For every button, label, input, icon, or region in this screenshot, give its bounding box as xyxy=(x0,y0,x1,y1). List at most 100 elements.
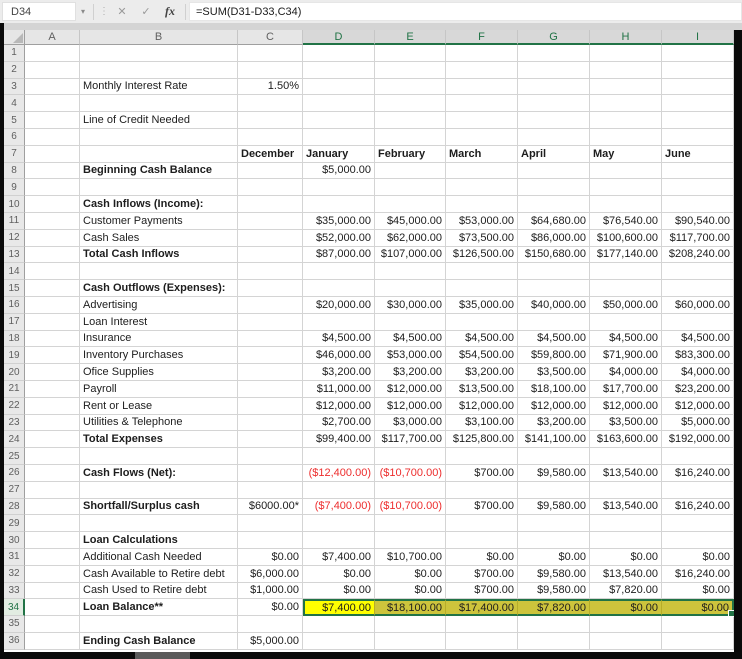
cell-D30[interactable] xyxy=(303,532,375,549)
cell-E32[interactable]: $0.00 xyxy=(375,566,446,583)
cell-D32[interactable]: $0.00 xyxy=(303,566,375,583)
cell-E2[interactable] xyxy=(375,62,446,79)
cell-B13[interactable]: Total Cash Inflows xyxy=(80,247,238,264)
cell-D1[interactable] xyxy=(303,45,375,62)
cell-I11[interactable]: $90,540.00 xyxy=(662,213,734,230)
row-header-20[interactable]: 20 xyxy=(4,364,25,381)
row-header-9[interactable]: 9 xyxy=(4,179,25,196)
cell-F24[interactable]: $125,800.00 xyxy=(446,431,518,448)
cell-D13[interactable]: $87,000.00 xyxy=(303,247,375,264)
cell-C26[interactable] xyxy=(238,465,303,482)
cell-B11[interactable]: Customer Payments xyxy=(80,213,238,230)
cell-I8[interactable] xyxy=(662,163,734,180)
cell-F20[interactable]: $3,200.00 xyxy=(446,364,518,381)
cell-F16[interactable]: $35,000.00 xyxy=(446,297,518,314)
cell-D10[interactable] xyxy=(303,196,375,213)
cell-F2[interactable] xyxy=(446,62,518,79)
cell-C25[interactable] xyxy=(238,448,303,465)
cell-F13[interactable]: $126,500.00 xyxy=(446,247,518,264)
cell-G4[interactable] xyxy=(518,95,590,112)
cell-E8[interactable] xyxy=(375,163,446,180)
cell-A18[interactable] xyxy=(25,331,80,348)
cell-F28[interactable]: $700.00 xyxy=(446,499,518,516)
select-all-corner[interactable] xyxy=(4,30,25,45)
cell-B25[interactable] xyxy=(80,448,238,465)
row-header-21[interactable]: 21 xyxy=(4,381,25,398)
row-header-7[interactable]: 7 xyxy=(4,146,25,163)
cell-H17[interactable] xyxy=(590,314,662,331)
cell-H23[interactable]: $3,500.00 xyxy=(590,415,662,432)
cell-H8[interactable] xyxy=(590,163,662,180)
column-header-A[interactable]: A xyxy=(25,30,80,45)
cell-H33[interactable]: $7,820.00 xyxy=(590,583,662,600)
cell-A13[interactable] xyxy=(25,247,80,264)
cell-E26[interactable]: ($10,700.00) xyxy=(375,465,446,482)
cell-D31[interactable]: $7,400.00 xyxy=(303,549,375,566)
cell-E35[interactable] xyxy=(375,616,446,633)
row-header-31[interactable]: 31 xyxy=(4,549,25,566)
row-header-10[interactable]: 10 xyxy=(4,196,25,213)
cell-I27[interactable] xyxy=(662,482,734,499)
cell-A14[interactable] xyxy=(25,263,80,280)
cell-A21[interactable] xyxy=(25,381,80,398)
column-header-G[interactable]: G xyxy=(518,30,590,45)
cell-C2[interactable] xyxy=(238,62,303,79)
cell-D7[interactable]: January xyxy=(303,146,375,163)
cell-F18[interactable]: $4,500.00 xyxy=(446,331,518,348)
cell-B24[interactable]: Total Expenses xyxy=(80,431,238,448)
cell-B10[interactable]: Cash Inflows (Income): xyxy=(80,196,238,213)
formula-input[interactable]: =SUM(D31-D33,C34) xyxy=(189,2,742,21)
cell-H6[interactable] xyxy=(590,129,662,146)
cell-G5[interactable] xyxy=(518,112,590,129)
cell-E34[interactable]: $18,100.00 xyxy=(375,599,446,616)
cell-F4[interactable] xyxy=(446,95,518,112)
row-header-17[interactable]: 17 xyxy=(4,314,25,331)
cell-I24[interactable]: $192,000.00 xyxy=(662,431,734,448)
row-header-1[interactable]: 1 xyxy=(4,45,25,62)
cell-H27[interactable] xyxy=(590,482,662,499)
cell-F29[interactable] xyxy=(446,515,518,532)
cell-A5[interactable] xyxy=(25,112,80,129)
cell-G10[interactable] xyxy=(518,196,590,213)
cell-C34[interactable]: $0.00 xyxy=(238,599,303,616)
cell-A15[interactable] xyxy=(25,280,80,297)
cell-H18[interactable]: $4,500.00 xyxy=(590,331,662,348)
cell-E19[interactable]: $53,000.00 xyxy=(375,347,446,364)
cell-I19[interactable]: $83,300.00 xyxy=(662,347,734,364)
cell-H11[interactable]: $76,540.00 xyxy=(590,213,662,230)
cell-A16[interactable] xyxy=(25,297,80,314)
cell-B3[interactable]: Monthly Interest Rate xyxy=(80,79,238,96)
cell-C12[interactable] xyxy=(238,230,303,247)
cell-E10[interactable] xyxy=(375,196,446,213)
row-header-19[interactable]: 19 xyxy=(4,347,25,364)
cell-B17[interactable]: Loan Interest xyxy=(80,314,238,331)
cell-G22[interactable]: $12,000.00 xyxy=(518,398,590,415)
cell-C10[interactable] xyxy=(238,196,303,213)
row-header-24[interactable]: 24 xyxy=(4,431,25,448)
cell-G28[interactable]: $9,580.00 xyxy=(518,499,590,516)
cell-A26[interactable] xyxy=(25,465,80,482)
cell-D34[interactable]: $7,400.00 xyxy=(303,599,375,616)
cell-C1[interactable] xyxy=(238,45,303,62)
cell-H13[interactable]: $177,140.00 xyxy=(590,247,662,264)
cell-H9[interactable] xyxy=(590,179,662,196)
enter-icon[interactable]: ✓ xyxy=(134,5,158,18)
cell-B36[interactable]: Ending Cash Balance xyxy=(80,633,238,650)
cell-F23[interactable]: $3,100.00 xyxy=(446,415,518,432)
cell-A27[interactable] xyxy=(25,482,80,499)
cell-A4[interactable] xyxy=(25,95,80,112)
cell-A6[interactable] xyxy=(25,129,80,146)
cell-I5[interactable] xyxy=(662,112,734,129)
row-header-5[interactable]: 5 xyxy=(4,112,25,129)
cell-C30[interactable] xyxy=(238,532,303,549)
cell-E25[interactable] xyxy=(375,448,446,465)
cell-E18[interactable]: $4,500.00 xyxy=(375,331,446,348)
cell-A34[interactable] xyxy=(25,599,80,616)
cell-C7[interactable]: December xyxy=(238,146,303,163)
cell-D27[interactable] xyxy=(303,482,375,499)
cell-A35[interactable] xyxy=(25,616,80,633)
cell-B2[interactable] xyxy=(80,62,238,79)
cell-F15[interactable] xyxy=(446,280,518,297)
cell-A20[interactable] xyxy=(25,364,80,381)
cell-H20[interactable]: $4,000.00 xyxy=(590,364,662,381)
